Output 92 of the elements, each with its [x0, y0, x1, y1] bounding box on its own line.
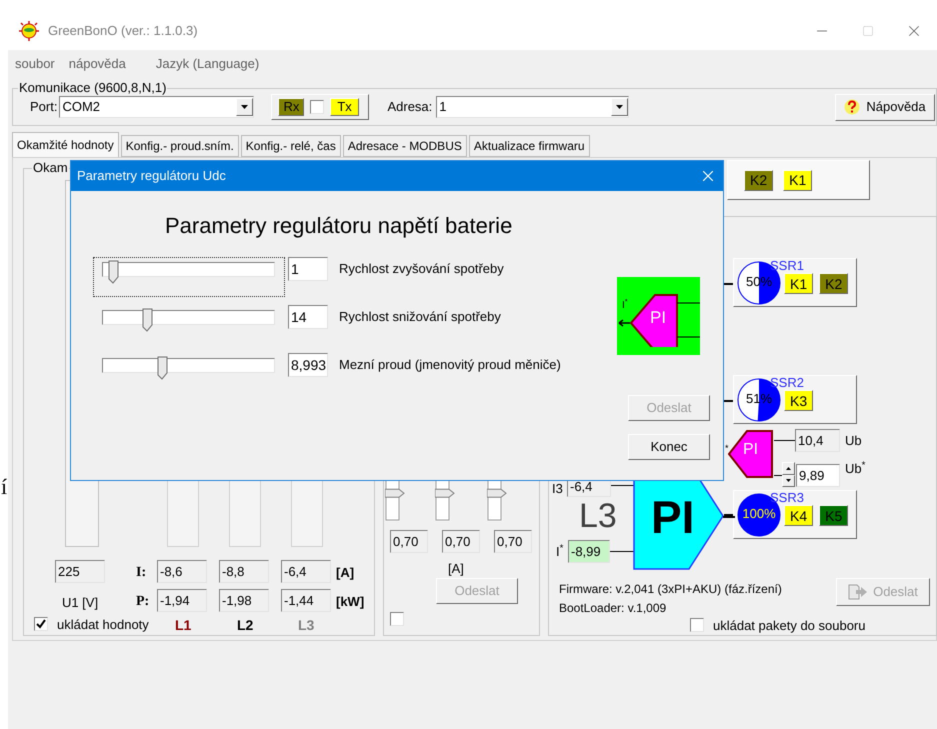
reading-field: -8,6 — [157, 560, 207, 583]
phase-label: L3 — [298, 616, 314, 635]
reading-field: -1,94 — [157, 589, 207, 612]
send-icon — [848, 584, 868, 600]
reading-field: 0,70 — [390, 530, 428, 553]
field-label: Adresa: — [387, 98, 432, 116]
reading-field: 10,4 — [795, 429, 840, 452]
checkbox[interactable] — [310, 100, 324, 114]
tab[interactable]: Adresace - MODBUS — [342, 135, 467, 157]
checkbox[interactable] — [390, 612, 404, 626]
field-label: Port: — [30, 98, 58, 116]
tab[interactable]: Okamžité hodnoty — [12, 132, 119, 157]
help-icon — [844, 99, 860, 115]
dialog-title: Parametry regulátoru Udc — [77, 167, 226, 186]
unit-label: [A] — [448, 560, 464, 578]
ssr-label: SSR2 — [770, 376, 804, 390]
indicator-lamp: Tx — [330, 98, 359, 116]
unit-label: [A] — [336, 564, 354, 582]
input-label: I$^{*}$ — [622, 301, 628, 311]
reading-field: -8,8 — [219, 560, 269, 583]
slider-label: Rychlost snižování spotřeby — [339, 308, 501, 326]
sun-icon — [18, 21, 40, 41]
row-label: I: — [136, 564, 146, 582]
unit-label: [kW] — [336, 593, 364, 611]
firmware-text: Firmware: v.2,041 (3xPI+AKU) (fáz.řízení) — [559, 581, 782, 598]
slider-thumb[interactable] — [108, 260, 119, 284]
slider-thumb[interactable] — [142, 308, 154, 332]
slider-thumb[interactable] — [385, 488, 405, 498]
caret-icon — [236, 98, 254, 116]
caret-icon — [611, 98, 628, 116]
relay-button[interactable]: K1 — [783, 170, 812, 190]
tab[interactable]: Aktualizace firmwaru — [468, 135, 590, 157]
value-input[interactable]: 8,993 — [288, 353, 328, 377]
reading-field: -1,98 — [219, 589, 269, 612]
checkbox[interactable] — [690, 618, 704, 632]
value-label: Ub — [845, 432, 862, 450]
block-label: PI — [651, 494, 694, 540]
ssr-label: SSR1 — [770, 259, 804, 273]
dropdown-field[interactable]: 1 — [436, 96, 630, 118]
menu-item[interactable]: nápověda — [68, 54, 126, 74]
block-label: PI — [650, 309, 666, 326]
phase-label: L2 — [237, 616, 254, 635]
tab[interactable]: Konfig.- relé, čas — [240, 135, 341, 157]
relay-button[interactable]: K3 — [784, 390, 814, 411]
menu-item[interactable]: soubor — [15, 54, 55, 74]
tab[interactable]: Konfig.- proud.sním. — [120, 135, 239, 157]
ssr-label: SSR3 — [770, 491, 804, 505]
bootloader-text: BootLoader: v.1,009 — [559, 600, 666, 617]
group-legend: Komunikace (9600,8,N,1) — [18, 80, 168, 96]
regulator-block — [728, 428, 774, 479]
relay-button[interactable]: K2 — [744, 170, 774, 190]
dropdown-field[interactable]: COM2 — [59, 96, 254, 118]
phase-label: L1 — [175, 616, 192, 635]
reading-field: 0,70 — [442, 530, 480, 553]
value-input[interactable]: 14 — [288, 305, 328, 329]
window-title: GreenBonO (ver.: 1.1.0.3) — [48, 22, 198, 40]
dialog-button[interactable]: Konec — [628, 434, 710, 460]
block-label: PI — [743, 442, 758, 458]
value-label: Ub$^{*}$ — [845, 459, 866, 478]
checkbox-label: ukládat hodnoty — [57, 616, 149, 634]
unit-label: U1 [V] — [60, 594, 100, 612]
reading-field: -1,44 — [281, 589, 331, 612]
up-arrow-icon — [786, 466, 791, 470]
reading-field: 225 — [55, 560, 105, 583]
relay-button[interactable]: K4 — [784, 505, 814, 526]
relay-button[interactable]: K1 — [784, 273, 814, 294]
value-label: I$^{*}$ — [556, 542, 564, 561]
reading-field: 9,89 — [796, 464, 840, 487]
phase-title: L3 — [579, 499, 617, 533]
reading-field: -6,4 — [281, 560, 331, 583]
slider[interactable] — [93, 257, 285, 297]
spin-button[interactable] — [782, 462, 795, 487]
input-label: * — [725, 444, 729, 453]
reading-field: 0,70 — [494, 530, 532, 553]
relay-button[interactable]: K2 — [819, 273, 848, 294]
value-input[interactable]: 1 — [288, 257, 328, 281]
slider-label: Mezní proud (jmenovitý proud měniče) — [339, 356, 561, 374]
reading-field: -8,99 — [568, 540, 610, 563]
slider-thumb[interactable] — [435, 488, 455, 498]
dialog-heading: Parametry regulátoru napětí baterie — [165, 212, 514, 240]
slider-thumb[interactable] — [487, 488, 507, 498]
slider-label: Rychlost zvyšování spotřeby — [339, 260, 504, 278]
background-text: í — [1, 476, 8, 498]
menu-item[interactable]: Jazyk (Language) — [156, 54, 260, 74]
value-label: I3 — [552, 480, 563, 498]
percent-text: 100% — [741, 507, 777, 520]
help-button[interactable]: Nápověda — [835, 94, 935, 120]
checkbox[interactable] — [34, 617, 48, 631]
indicator-lamp: Rx — [278, 98, 304, 116]
down-arrow-icon — [786, 479, 791, 482]
row-label: P: — [136, 593, 150, 611]
checkbox-label: ukládat pakety do souboru — [713, 617, 866, 635]
